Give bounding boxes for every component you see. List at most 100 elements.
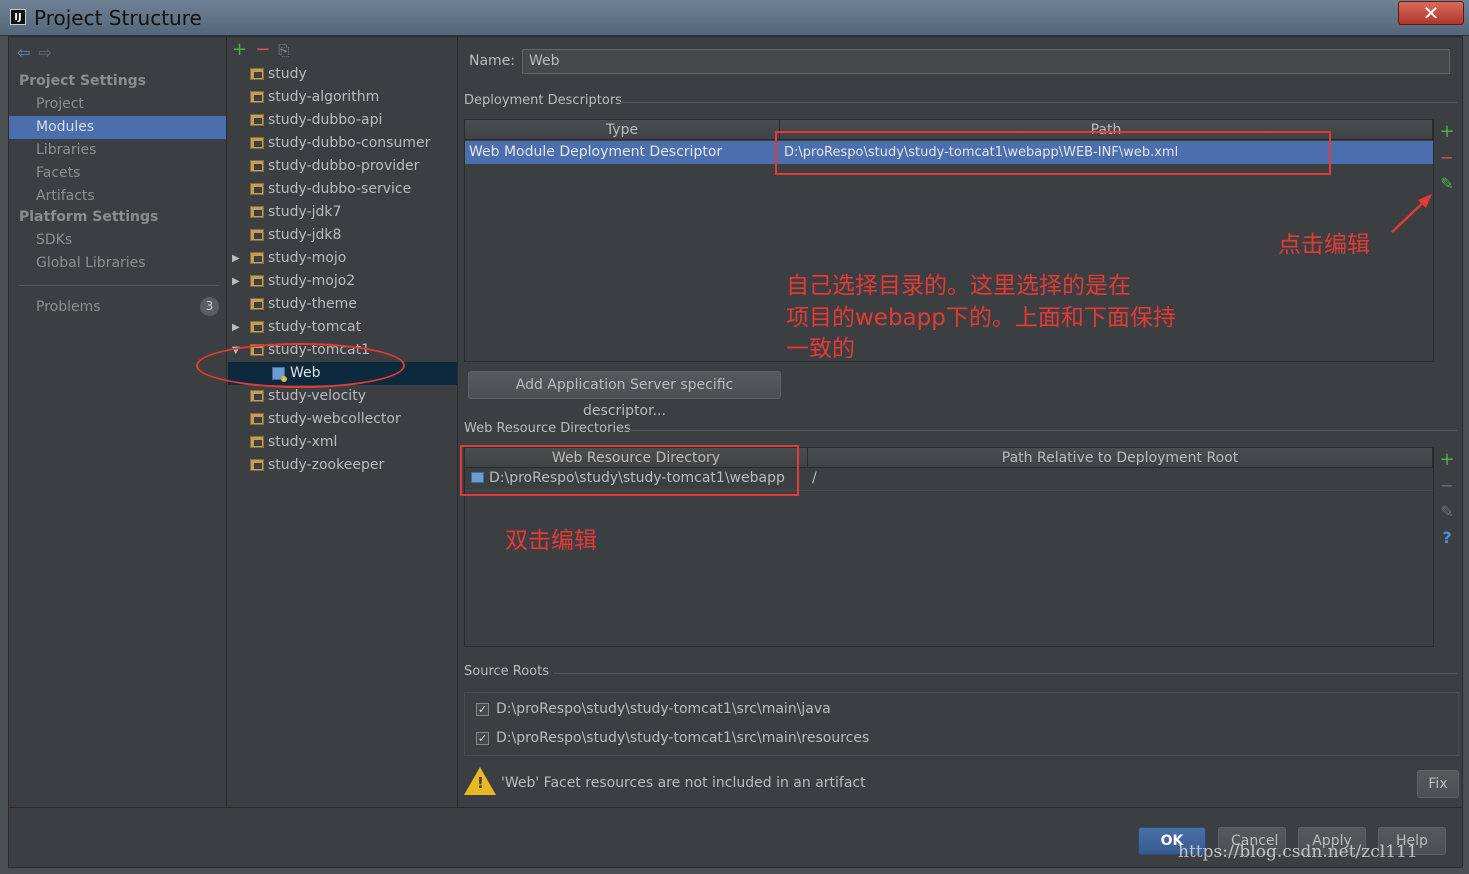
tree-item[interactable]: study-algorithm bbox=[228, 86, 457, 109]
tree-item[interactable]: study-dubbo-consumer bbox=[228, 132, 457, 155]
tree-item[interactable]: study-zookeeper bbox=[228, 454, 457, 477]
add-module-icon[interactable]: + bbox=[232, 39, 247, 60]
group-divider bbox=[619, 102, 1457, 103]
web-resource-directories-title: Web Resource Directories bbox=[464, 421, 631, 436]
forward-arrow-icon[interactable]: ⇨ bbox=[38, 43, 51, 62]
project-settings-header: Project Settings bbox=[19, 73, 147, 89]
add-web-resource-icon[interactable]: + bbox=[1436, 447, 1458, 473]
module-folder-icon bbox=[250, 114, 264, 126]
source-root-path: D:\proRespo\study\study-tomcat1\src\main… bbox=[496, 701, 831, 717]
window-title: Project Structure bbox=[34, 6, 202, 30]
add-server-descriptor-button[interactable]: Add Application Server specific descript… bbox=[468, 371, 781, 419]
module-folder-icon bbox=[250, 275, 264, 287]
tree-item[interactable]: study-jdk7 bbox=[228, 201, 457, 224]
tree-item[interactable]: study-xml bbox=[228, 431, 457, 454]
tree-item[interactable]: study-dubbo-api bbox=[228, 109, 457, 132]
group-divider bbox=[629, 430, 1457, 431]
remove-web-resource-icon[interactable]: − bbox=[1436, 473, 1458, 499]
tree-item[interactable]: study-dubbo-service bbox=[228, 178, 457, 201]
module-folder-icon bbox=[250, 321, 264, 333]
tree-toolbar: + − ⎘ bbox=[232, 39, 289, 60]
annotation-box-web-resource-dir bbox=[460, 445, 799, 496]
module-folder-icon bbox=[250, 160, 264, 172]
source-root-checkbox[interactable]: ✓ bbox=[476, 703, 489, 716]
fix-button[interactable]: Fix bbox=[1417, 770, 1459, 798]
expand-arrow-icon[interactable]: ▶ bbox=[232, 316, 240, 339]
close-button[interactable]: ✕ bbox=[1398, 1, 1464, 25]
intellij-logo-icon: IJ bbox=[10, 9, 26, 25]
problems-count-badge: 3 bbox=[200, 297, 219, 316]
settings-nav: ⇦ ⇨ Project Settings Project Modules Libr… bbox=[9, 37, 227, 807]
help-question-icon[interactable]: ? bbox=[1436, 525, 1458, 551]
title-bar: IJ Project Structure ✕ bbox=[0, 0, 1469, 36]
tree-item[interactable]: ▶ study-mojo bbox=[228, 247, 457, 270]
annotation-box-descriptor-path bbox=[775, 131, 1331, 175]
remove-module-icon[interactable]: − bbox=[255, 39, 270, 60]
source-root-checkbox[interactable]: ✓ bbox=[476, 732, 489, 745]
module-folder-icon bbox=[250, 252, 264, 264]
nav-item-artifacts[interactable]: Artifacts bbox=[9, 185, 226, 208]
descriptor-type-cell: Web Module Deployment Descriptor bbox=[469, 144, 723, 160]
column-header-relative-path[interactable]: Path Relative to Deployment Root bbox=[808, 448, 1433, 468]
annotation-explain-line1: 自己选择目录的。这里选择的是在 bbox=[786, 273, 1131, 299]
module-folder-icon bbox=[250, 298, 264, 310]
group-divider bbox=[554, 673, 1457, 674]
nav-item-modules[interactable]: Modules bbox=[9, 116, 226, 139]
remove-descriptor-icon[interactable]: − bbox=[1436, 145, 1458, 171]
module-folder-icon bbox=[250, 390, 264, 402]
source-root-path: D:\proRespo\study\study-tomcat1\src\main… bbox=[496, 730, 870, 746]
web-resource-toolbar: + − ✎ ? bbox=[1436, 447, 1458, 551]
module-folder-icon bbox=[250, 137, 264, 149]
source-roots-list: ✓ D:\proRespo\study\study-tomcat1\src\ma… bbox=[464, 692, 1459, 756]
nav-item-facets[interactable]: Facets bbox=[9, 162, 226, 185]
nav-item-problems[interactable]: Problems bbox=[9, 296, 226, 319]
module-tree: + − ⎘ study study-algorithm study-dubbo-ap… bbox=[228, 37, 458, 807]
annotation-ellipse-web-facet bbox=[196, 343, 405, 388]
tree-item[interactable]: ▶ study-tomcat bbox=[228, 316, 457, 339]
nav-item-libraries[interactable]: Libraries bbox=[9, 139, 226, 162]
module-folder-icon bbox=[250, 436, 264, 448]
expand-arrow-icon[interactable]: ▶ bbox=[232, 270, 240, 293]
module-folder-icon bbox=[250, 413, 264, 425]
annotation-click-edit: 点击编辑 bbox=[1278, 232, 1370, 258]
tree-item[interactable]: study-theme bbox=[228, 293, 457, 316]
tree-item[interactable]: study-webcollector bbox=[228, 408, 457, 431]
descriptor-toolbar: + − ✎ bbox=[1436, 119, 1458, 197]
back-arrow-icon[interactable]: ⇦ bbox=[17, 43, 30, 62]
tree-item[interactable]: study-dubbo-provider bbox=[228, 155, 457, 178]
annotation-explain-line3: 一致的 bbox=[786, 336, 855, 362]
nav-item-project[interactable]: Project bbox=[9, 93, 226, 116]
tree-item[interactable]: study-jdk8 bbox=[228, 224, 457, 247]
tree-item[interactable]: study-velocity bbox=[228, 385, 457, 408]
column-header-type[interactable]: Type bbox=[465, 120, 780, 140]
add-descriptor-icon[interactable]: + bbox=[1436, 119, 1458, 145]
nav-divider bbox=[19, 285, 219, 286]
platform-settings-header: Platform Settings bbox=[19, 209, 159, 225]
module-folder-icon bbox=[250, 183, 264, 195]
nav-item-global-libraries[interactable]: Global Libraries bbox=[9, 252, 226, 275]
facet-name-input[interactable]: Web bbox=[522, 49, 1450, 74]
annotation-arrow-icon bbox=[1391, 194, 1432, 233]
module-folder-icon bbox=[250, 91, 264, 103]
copy-icon[interactable]: ⎘ bbox=[278, 43, 289, 59]
tree-item[interactable]: study bbox=[228, 63, 457, 86]
expand-arrow-icon[interactable]: ▶ bbox=[232, 247, 240, 270]
source-roots-title: Source Roots bbox=[464, 664, 550, 679]
annotation-explain-line2: 项目的webapp下的。上面和下面保持 bbox=[786, 305, 1176, 331]
tree-item[interactable]: ▶ study-mojo2 bbox=[228, 270, 457, 293]
module-folder-icon bbox=[250, 68, 264, 80]
annotation-double-click-edit: 双击编辑 bbox=[505, 528, 597, 554]
warning-message: 'Web' Facet resources are not included i… bbox=[501, 775, 866, 791]
relative-path-cell[interactable]: / bbox=[808, 467, 1428, 490]
nav-item-sdks[interactable]: SDKs bbox=[9, 229, 226, 252]
warning-exclamation: ! bbox=[477, 774, 484, 792]
module-folder-icon bbox=[250, 206, 264, 218]
module-folder-icon bbox=[250, 229, 264, 241]
name-label: Name: bbox=[469, 53, 516, 69]
deployment-descriptors-title: Deployment Descriptors bbox=[464, 93, 622, 108]
nav-history: ⇦ ⇨ bbox=[17, 43, 60, 62]
edit-descriptor-icon[interactable]: ✎ bbox=[1436, 171, 1458, 197]
edit-web-resource-icon[interactable]: ✎ bbox=[1436, 499, 1458, 525]
module-folder-icon bbox=[250, 459, 264, 471]
watermark: https://blog.csdn.net/zcl111 bbox=[1178, 842, 1418, 862]
